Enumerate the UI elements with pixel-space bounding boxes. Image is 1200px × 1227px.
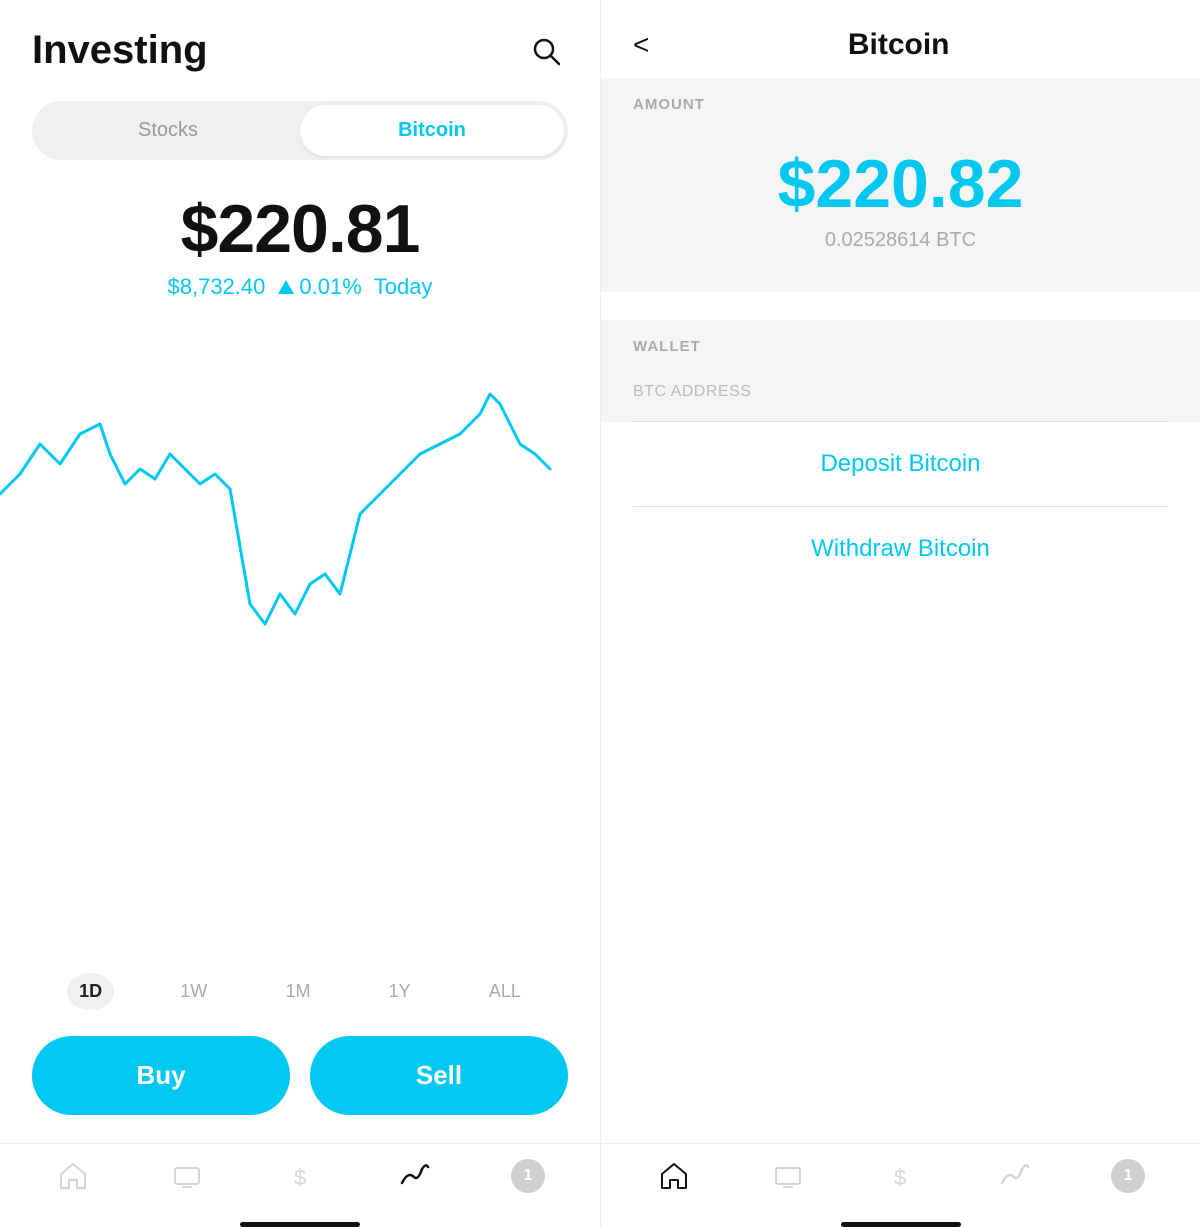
- left-header: Investing: [0, 0, 600, 89]
- svg-text:$: $: [294, 1165, 306, 1190]
- right-bottom-nav: $ 1: [601, 1143, 1200, 1214]
- btc-address-row: BTC ADDRESS: [601, 367, 1200, 401]
- time-filter-1w[interactable]: 1W: [168, 973, 219, 1010]
- home-icon: [55, 1158, 91, 1194]
- right-notification-badge: 1: [1111, 1159, 1145, 1193]
- buy-button[interactable]: Buy: [32, 1036, 290, 1115]
- chart-area: [0, 304, 600, 963]
- amount-value: $220.82: [601, 125, 1200, 229]
- time-filter-1m[interactable]: 1M: [273, 973, 322, 1010]
- svg-text:$: $: [894, 1165, 906, 1190]
- time-filters: 1D 1W 1M 1Y ALL: [0, 963, 600, 1026]
- amount-btc: 0.02528614 BTC: [601, 229, 1200, 272]
- price-change: 0.01%: [277, 274, 361, 300]
- up-arrow-icon: [277, 278, 295, 296]
- right-tv-icon: [770, 1158, 806, 1194]
- time-filter-all[interactable]: ALL: [477, 973, 533, 1010]
- price-chart: [0, 314, 600, 654]
- price-meta: $8,732.40 0.01% Today: [32, 274, 568, 300]
- right-header: < Bitcoin: [601, 0, 1200, 78]
- tab-bar: Stocks Bitcoin: [32, 101, 568, 160]
- right-home-indicator: [841, 1222, 961, 1227]
- right-panel: < Bitcoin AMOUNT $220.82 0.02528614 BTC …: [600, 0, 1200, 1227]
- right-dollar-icon: $: [883, 1158, 919, 1194]
- right-nav-notification[interactable]: 1: [1111, 1159, 1145, 1193]
- time-filter-1y[interactable]: 1Y: [377, 973, 423, 1010]
- notification-badge: 1: [511, 1159, 545, 1193]
- nav-tv[interactable]: [169, 1158, 205, 1194]
- sell-button[interactable]: Sell: [310, 1036, 568, 1115]
- tab-stocks[interactable]: Stocks: [36, 105, 300, 156]
- btc-address-label: BTC ADDRESS: [633, 383, 751, 400]
- deposit-bitcoin-label: Deposit Bitcoin: [633, 450, 1168, 478]
- right-chart-icon: [997, 1158, 1033, 1194]
- bitcoin-title: Bitcoin: [669, 28, 1128, 62]
- withdraw-bitcoin-label: Withdraw Bitcoin: [633, 535, 1168, 563]
- right-nav-chart[interactable]: [997, 1158, 1033, 1194]
- price-section: $220.81 $8,732.40 0.01% Today: [0, 180, 600, 304]
- wallet-section: WALLET BTC ADDRESS: [601, 320, 1200, 422]
- investing-title: Investing: [32, 28, 208, 73]
- wallet-label: WALLET: [601, 320, 1200, 367]
- spacer: [601, 591, 1200, 1143]
- nav-chart[interactable]: [397, 1158, 433, 1194]
- left-bottom-nav: $ 1: [0, 1143, 600, 1214]
- right-nav-home[interactable]: [656, 1158, 692, 1194]
- right-nav-tv[interactable]: [770, 1158, 806, 1194]
- left-panel: Investing Stocks Bitcoin $220.81 $8,732.…: [0, 0, 600, 1227]
- nav-dollar[interactable]: $: [283, 1158, 319, 1194]
- right-home-icon: [656, 1158, 692, 1194]
- dollar-icon: $: [283, 1158, 319, 1194]
- right-nav-dollar[interactable]: $: [883, 1158, 919, 1194]
- price-period: Today: [374, 274, 433, 300]
- nav-notification[interactable]: 1: [511, 1159, 545, 1193]
- chart-line-icon: [397, 1158, 433, 1194]
- search-icon: [530, 35, 562, 67]
- action-buttons: Buy Sell: [0, 1026, 600, 1143]
- deposit-bitcoin-row[interactable]: Deposit Bitcoin: [601, 422, 1200, 506]
- amount-section: AMOUNT $220.82 0.02528614 BTC: [601, 78, 1200, 292]
- price-sub: $8,732.40: [168, 274, 266, 300]
- tv-icon: [169, 1158, 205, 1194]
- amount-label: AMOUNT: [601, 78, 1200, 125]
- main-price: $220.81: [32, 190, 568, 268]
- nav-home[interactable]: [55, 1158, 91, 1194]
- search-button[interactable]: [524, 29, 568, 73]
- back-button[interactable]: <: [633, 29, 649, 61]
- withdraw-bitcoin-row[interactable]: Withdraw Bitcoin: [601, 507, 1200, 591]
- tab-bitcoin[interactable]: Bitcoin: [300, 105, 564, 156]
- time-filter-1d[interactable]: 1D: [67, 973, 114, 1010]
- home-indicator: [240, 1222, 360, 1227]
